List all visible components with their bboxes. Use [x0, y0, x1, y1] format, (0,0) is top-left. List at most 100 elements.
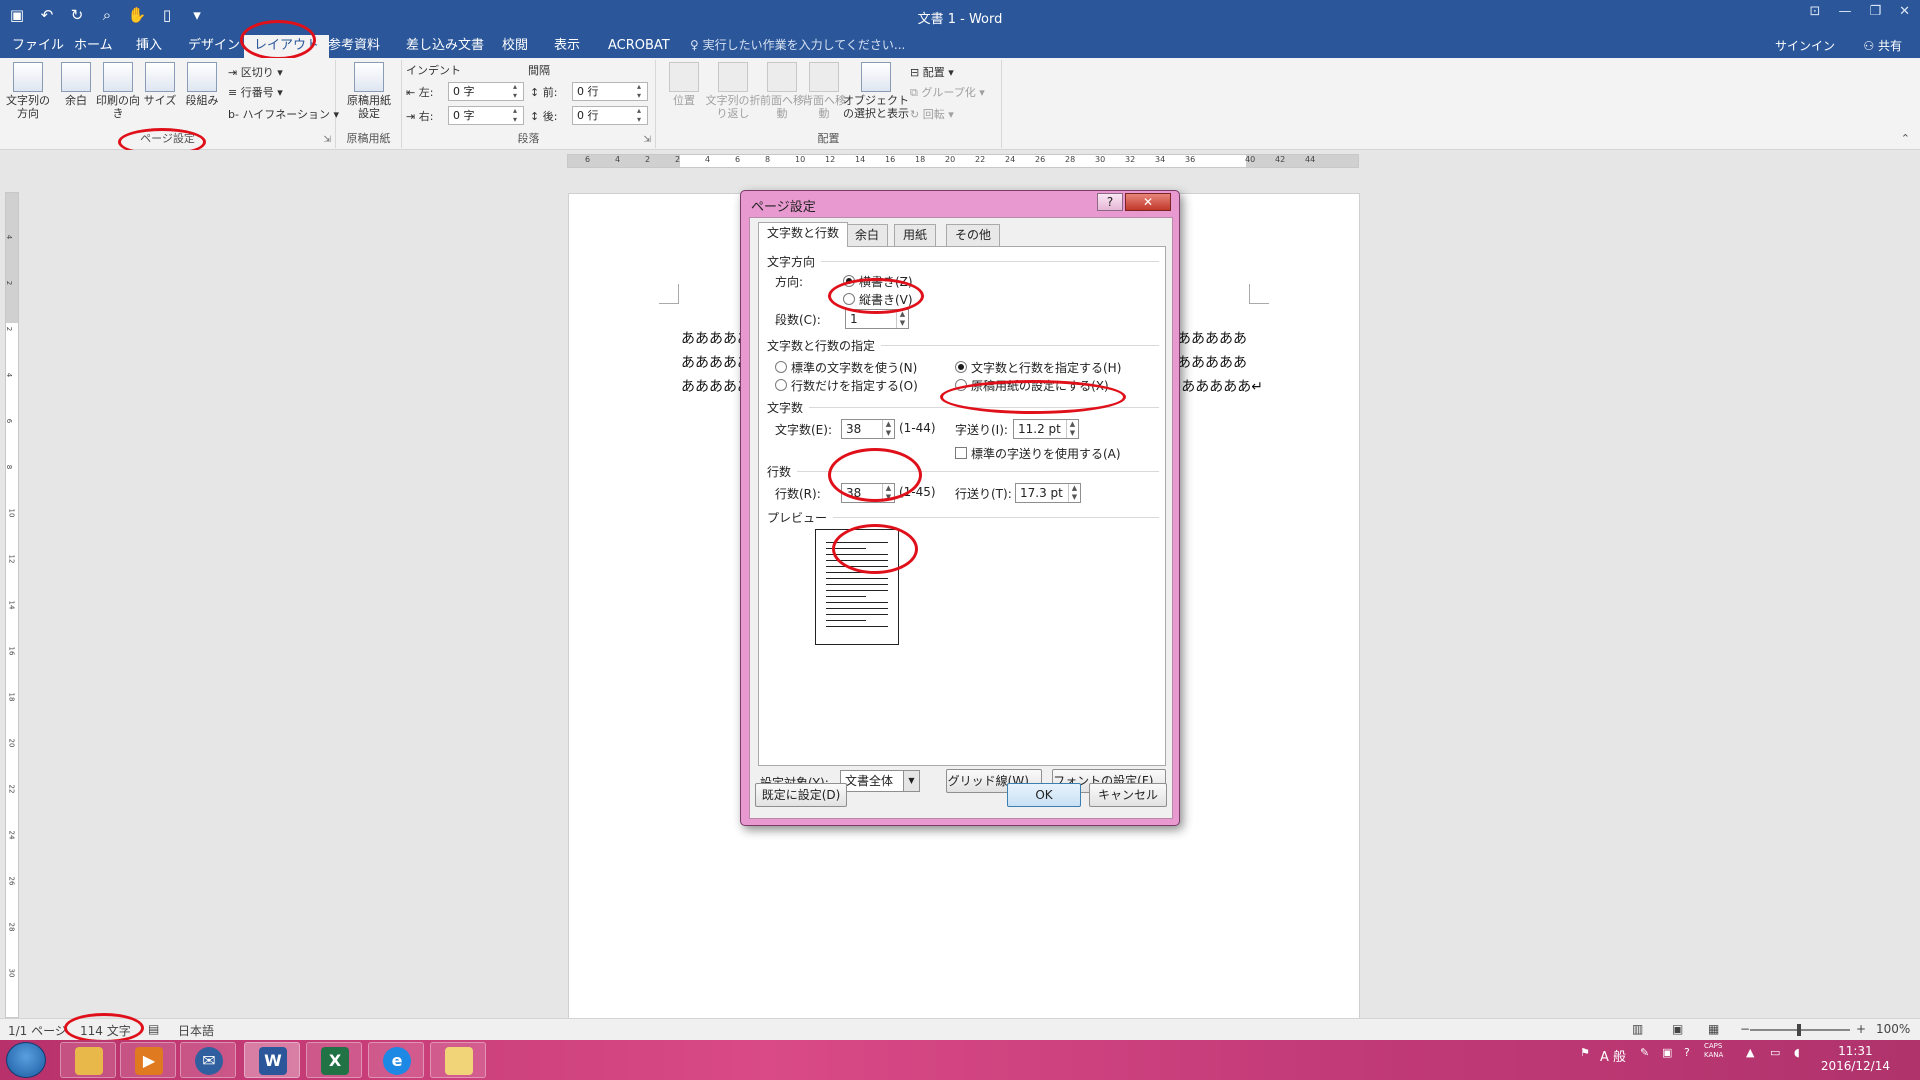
breaks-label: 区切り: [240, 66, 274, 79]
dropdown-arrow-icon[interactable]: ▼: [903, 771, 919, 791]
spin-arrows-icon[interactable]: ▲ ▼: [1068, 484, 1080, 502]
size-button[interactable]: サイズ: [136, 62, 184, 107]
taskbar-media-player[interactable]: ▶: [120, 1042, 176, 1078]
spin-arrows-icon[interactable]: ▲ ▼: [882, 484, 894, 502]
line-numbers-button[interactable]: ≡ 行番号 ▾: [228, 84, 283, 102]
manuscript-settings-button[interactable]: 原稿用紙設定: [344, 62, 394, 120]
close-icon[interactable]: ✕: [1899, 4, 1910, 19]
radio-standard-chars[interactable]: 標準の文字数を使う(N): [775, 359, 917, 376]
radio-vertical[interactable]: 縦書き(V): [843, 291, 913, 308]
rotate-button[interactable]: ↻ 回転 ▾: [910, 106, 954, 124]
selection-pane-button[interactable]: オブジェクトの選択と表示: [842, 62, 910, 120]
tab-layout[interactable]: レイアウト: [244, 35, 330, 58]
dialog-tab-margins[interactable]: 余白: [846, 224, 889, 246]
spin-arrows-icon[interactable]: ▲ ▼: [896, 310, 908, 328]
spin-arrows-icon[interactable]: ▲ ▼: [882, 420, 894, 438]
vruler-tick-label: 2: [5, 326, 14, 332]
cancel-button[interactable]: キャンセル: [1089, 783, 1167, 807]
align-button[interactable]: ⊟ 配置 ▾: [910, 64, 954, 82]
zoom-out-icon[interactable]: −: [1740, 1022, 1750, 1036]
bring-forward-button[interactable]: 前面へ移動: [758, 62, 806, 120]
dialog-tab-paper[interactable]: 用紙: [894, 224, 937, 246]
text-direction-button[interactable]: 文字列の方向: [4, 62, 52, 120]
taskbar-explorer[interactable]: [60, 1042, 116, 1078]
char-pitch-input[interactable]: 11.2 pt ▲ ▼: [1013, 419, 1079, 439]
start-button[interactable]: [6, 1042, 46, 1078]
chars-input[interactable]: 38 ▲ ▼: [841, 419, 895, 439]
word-count[interactable]: 114 文字: [80, 1022, 131, 1039]
indent-left-input[interactable]: 0 字: [448, 82, 524, 101]
taskbar-word[interactable]: W: [244, 1042, 300, 1078]
spacing-before-input[interactable]: 0 行: [572, 82, 648, 101]
dialog-tab-chars-lines[interactable]: 文字数と行数: [758, 222, 849, 247]
apply-to-select[interactable]: 文書全体 ▼: [840, 770, 920, 792]
print-layout-icon[interactable]: ▣: [1672, 1022, 1683, 1036]
taskbar-folder[interactable]: [430, 1042, 486, 1078]
tell-me-box[interactable]: ♀ 実行したい作業を入力してください...: [690, 36, 905, 53]
zoom-slider[interactable]: [1750, 1024, 1850, 1036]
send-backward-button[interactable]: 背面へ移動: [800, 62, 848, 120]
hyphenation-button[interactable]: b‑ ハイフネーション ▾: [228, 106, 339, 124]
proofing-icon[interactable]: ▤: [148, 1022, 159, 1036]
position-button[interactable]: 位置: [660, 62, 708, 107]
selection-pane-label: オブジェクトの選択と表示: [843, 94, 909, 120]
radio-horizontal[interactable]: 横書き(Z): [843, 273, 913, 290]
system-clock[interactable]: 11:31 2016/12/14: [1821, 1044, 1890, 1074]
tab-references[interactable]: 参考資料: [318, 35, 390, 58]
web-layout-icon[interactable]: ▦: [1708, 1022, 1719, 1036]
columns-button[interactable]: 段組み: [178, 62, 226, 107]
taskbar-ie[interactable]: e: [368, 1042, 424, 1078]
ime-indicator[interactable]: A 般: [1600, 1046, 1626, 1065]
help-button[interactable]: ?: [1097, 193, 1123, 211]
line-pitch-input[interactable]: 17.3 pt ▲ ▼: [1015, 483, 1081, 503]
spin-arrows-icon[interactable]: ▲ ▼: [1066, 420, 1078, 438]
ime-pad-icon[interactable]: ▣: [1662, 1046, 1672, 1059]
set-default-button[interactable]: 既定に設定(D): [755, 783, 847, 807]
tab-review[interactable]: 校閲: [492, 35, 538, 58]
zoom-slider-thumb[interactable]: [1797, 1024, 1801, 1036]
paragraph-launcher-icon[interactable]: ⇲: [643, 135, 651, 145]
spacing-after-input[interactable]: 0 行: [572, 106, 648, 125]
lines-input[interactable]: 38 ▲ ▼: [841, 483, 895, 503]
ime-tools-icon[interactable]: ✎: [1640, 1046, 1649, 1059]
collapse-ribbon-icon[interactable]: ⌃: [1901, 132, 1910, 145]
breaks-button[interactable]: ⇥ 区切り ▾: [228, 64, 283, 82]
read-mode-icon[interactable]: ▥: [1632, 1022, 1643, 1036]
checkbox-default-pitch[interactable]: 標準の字送りを使用する(A): [955, 445, 1121, 462]
radio-manuscript[interactable]: 原稿用紙の設定にする(X): [955, 377, 1109, 394]
signin-link[interactable]: サインイン: [1775, 37, 1835, 54]
minimize-icon[interactable]: —: [1838, 4, 1851, 19]
indent-right-input[interactable]: 0 字: [448, 106, 524, 125]
page-setup-launcher-icon[interactable]: ⇲: [323, 135, 331, 145]
tab-insert[interactable]: 挿入: [126, 35, 172, 58]
radio-specify-chars-lines[interactable]: 文字数と行数を指定する(H): [955, 359, 1121, 376]
ribbon-display-icon[interactable]: ⊡: [1810, 4, 1821, 19]
columns-count-input[interactable]: 1 ▲ ▼: [845, 309, 909, 329]
volume-icon[interactable]: ◖: [1794, 1046, 1800, 1059]
zoom-level[interactable]: 100%: [1876, 1022, 1910, 1036]
tab-acrobat[interactable]: ACROBAT: [598, 35, 680, 58]
restore-icon[interactable]: ❐: [1869, 4, 1881, 19]
tray-flag-icon[interactable]: ⚑: [1580, 1046, 1590, 1059]
ok-button[interactable]: OK: [1007, 783, 1081, 807]
tab-design[interactable]: デザイン: [178, 35, 250, 58]
radio-lines-only[interactable]: 行数だけを指定する(O): [775, 377, 918, 394]
page-count[interactable]: 1/1 ページ: [8, 1022, 67, 1039]
taskbar-thunderbird[interactable]: ✉: [180, 1042, 236, 1078]
zoom-in-icon[interactable]: +: [1856, 1022, 1866, 1036]
share-button[interactable]: ⚇ 共有: [1863, 37, 1902, 54]
group-button[interactable]: ⧉ グループ化 ▾: [910, 84, 985, 102]
margins-button[interactable]: 余白: [52, 62, 100, 107]
tray-expand-icon[interactable]: ▲: [1746, 1046, 1754, 1059]
language-indicator[interactable]: 日本語: [178, 1022, 214, 1039]
tab-view[interactable]: 表示: [544, 35, 590, 58]
orientation-button[interactable]: 印刷の向き: [94, 62, 142, 120]
ime-help-icon[interactable]: ?: [1684, 1046, 1690, 1059]
dialog-close-button[interactable]: ✕: [1125, 193, 1171, 211]
tab-mailings[interactable]: 差し込み文書: [396, 35, 494, 58]
tab-home[interactable]: ホーム: [64, 35, 123, 58]
wrap-text-button[interactable]: 文字列の折り返し: [702, 62, 764, 120]
dialog-tab-other[interactable]: その他: [946, 224, 1001, 246]
taskbar-excel[interactable]: X: [306, 1042, 362, 1078]
network-icon[interactable]: ▭: [1770, 1046, 1780, 1059]
